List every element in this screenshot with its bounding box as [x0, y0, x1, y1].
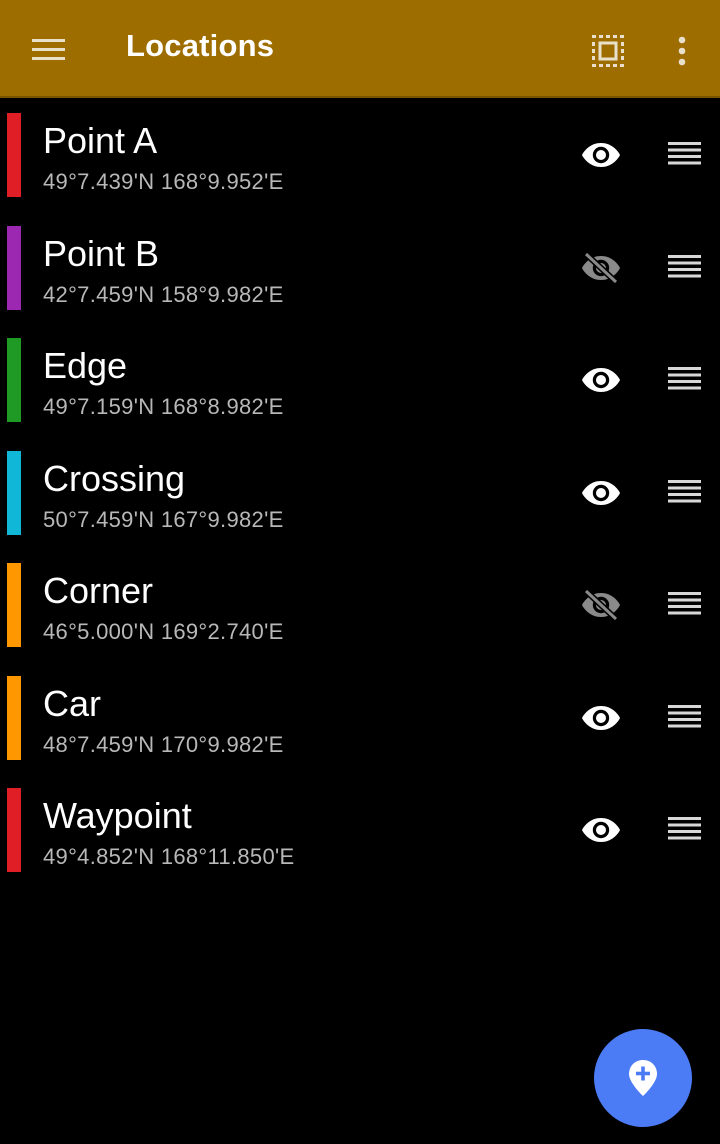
- select-all-button[interactable]: [586, 29, 630, 73]
- location-coordinates: 46°5.000'N 169°2.740'E: [43, 619, 284, 644]
- drag-handle-icon: [668, 704, 701, 727]
- eye-icon: [582, 705, 620, 730]
- location-coordinates: 50°7.459'N 167°9.982'E: [43, 506, 284, 532]
- drag-handle-icon: [668, 479, 701, 502]
- location-name: Corner: [43, 570, 154, 611]
- eye-icon: [582, 818, 620, 842]
- drag-handle[interactable]: [664, 135, 706, 175]
- location-coordinates: 49°7.439'N 168°9.952'E: [43, 169, 284, 194]
- visibility-toggle-off[interactable]: [576, 580, 626, 630]
- drag-handle[interactable]: [664, 248, 706, 288]
- drag-handle-icon: [668, 592, 701, 615]
- select-all-icon: [592, 35, 624, 67]
- location-row[interactable]: Car 48°7.459'N 170°9.982'E: [0, 663, 720, 776]
- location-color-indicator: [7, 788, 21, 872]
- location-row[interactable]: Edge 49°7.159'N 168°8.982'E: [0, 325, 720, 438]
- drag-handle[interactable]: [664, 585, 706, 625]
- more-options-button[interactable]: [660, 29, 704, 73]
- location-color-indicator: [7, 563, 21, 647]
- visibility-toggle-off[interactable]: [576, 243, 626, 293]
- location-row[interactable]: Crossing 50°7.459'N 167°9.982'E: [0, 438, 720, 551]
- location-row[interactable]: Point B 42°7.459'N 158°9.982'E: [0, 213, 720, 326]
- location-coordinates: 48°7.459'N 170°9.982'E: [43, 731, 284, 757]
- location-name: Car: [43, 682, 102, 724]
- drag-handle[interactable]: [664, 473, 706, 513]
- location-color-indicator: [7, 113, 21, 197]
- eye-icon: [582, 480, 620, 505]
- drag-handle[interactable]: [664, 810, 706, 850]
- drag-handle-icon: [668, 817, 701, 840]
- drag-handle[interactable]: [664, 360, 706, 400]
- eye-icon: [582, 368, 620, 392]
- location-color-indicator: [7, 675, 21, 760]
- location-row[interactable]: Waypoint 49°4.852'N 168°11.850'E: [0, 775, 720, 888]
- add-location-icon: [629, 1060, 657, 1096]
- visibility-toggle-on[interactable]: [576, 805, 626, 855]
- eye-off-icon: [582, 251, 620, 284]
- location-coordinates: 42°7.459'N 158°9.982'E: [43, 281, 284, 307]
- page-title: Locations: [126, 28, 275, 63]
- location-color-indicator: [7, 225, 21, 310]
- drag-handle-icon: [668, 367, 701, 390]
- eye-icon: [582, 143, 620, 167]
- location-row[interactable]: Point A 49°7.439'N 168°9.952'E: [0, 100, 720, 213]
- eye-off-icon: [582, 588, 620, 622]
- app-bar: Locations: [0, 0, 720, 98]
- visibility-toggle-on[interactable]: [576, 355, 626, 405]
- visibility-toggle-on[interactable]: [576, 468, 626, 518]
- drag-handle[interactable]: [664, 698, 706, 738]
- location-color-indicator: [7, 450, 21, 535]
- menu-button[interactable]: [24, 27, 74, 73]
- location-name: Waypoint: [43, 795, 192, 836]
- drag-handle-icon: [668, 254, 701, 277]
- visibility-toggle-on[interactable]: [576, 693, 626, 743]
- drag-handle-icon: [668, 142, 701, 165]
- location-name: Crossing: [43, 457, 186, 499]
- more-vert-icon: [678, 36, 686, 66]
- location-list: Point A 49°7.439'N 168°9.952'E Point B 4…: [0, 100, 720, 888]
- add-location-button[interactable]: [594, 1029, 692, 1127]
- locations-screen: Locations Point A 49°7.439'N 168°9.952'E…: [0, 0, 720, 1144]
- location-color-indicator: [7, 338, 21, 422]
- location-name: Point B: [43, 232, 160, 274]
- location-coordinates: 49°7.159'N 168°8.982'E: [43, 394, 284, 419]
- visibility-toggle-on[interactable]: [576, 130, 626, 180]
- location-coordinates: 49°4.852'N 168°11.850'E: [43, 844, 295, 869]
- location-name: Edge: [43, 345, 128, 386]
- location-row[interactable]: Corner 46°5.000'N 169°2.740'E: [0, 550, 720, 663]
- hamburger-menu-icon: [32, 39, 65, 60]
- location-name: Point A: [43, 120, 158, 161]
